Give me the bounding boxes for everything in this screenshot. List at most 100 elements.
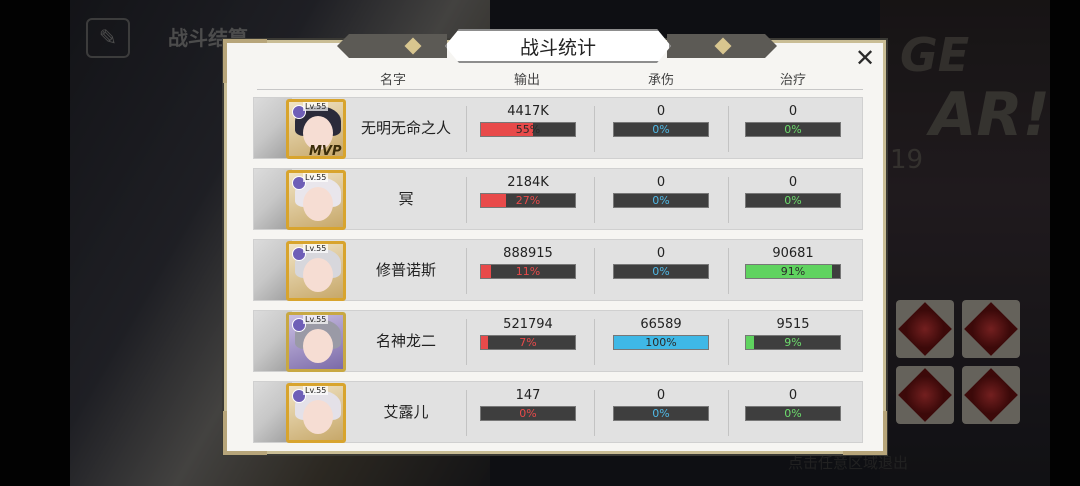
damage-bar: 11% <box>480 264 576 279</box>
taken-value: 66589 <box>640 317 682 332</box>
damage-value: 521794 <box>503 317 553 332</box>
stats-row: Lv.55 艾露儿 147 0% 0 0% 0 0% <box>253 381 863 443</box>
heal-value: 90681 <box>772 246 814 261</box>
heal-cell: 0 0% <box>744 388 842 421</box>
damage-cell: 2184K 27% <box>479 175 577 208</box>
character-avatar[interactable]: Lv.55 <box>286 170 346 230</box>
heal-cell: 9515 9% <box>744 317 842 350</box>
column-divider <box>466 106 467 152</box>
character-avatar[interactable]: Lv.55 MVP <box>286 99 346 159</box>
damage-percent: 55% <box>515 123 541 136</box>
level-label: Lv.55 <box>303 173 329 182</box>
character-avatar[interactable]: Lv.55 <box>286 383 346 443</box>
damage-bar: 55% <box>480 122 576 137</box>
heal-bar: 91% <box>745 264 841 279</box>
damage-percent: 11% <box>515 265 541 278</box>
damage-bar: 7% <box>480 335 576 350</box>
panel-corner <box>223 39 267 83</box>
taken-value: 0 <box>656 388 666 403</box>
damage-cell: 888915 11% <box>479 246 577 279</box>
close-icon[interactable]: ✕ <box>855 44 875 72</box>
heal-cell: 0 0% <box>744 175 842 208</box>
level-label: Lv.55 <box>303 315 329 324</box>
column-divider <box>728 106 729 152</box>
heal-percent: 91% <box>780 265 806 278</box>
column-header-taken: 承伤 <box>647 73 674 88</box>
heal-value: 9515 <box>776 317 810 332</box>
column-divider <box>728 248 729 294</box>
column-divider <box>466 390 467 436</box>
close-button[interactable]: ✕ <box>850 44 880 72</box>
taken-bar: 0% <box>613 264 709 279</box>
heal-value: 0 <box>788 175 798 190</box>
taken-value: 0 <box>656 104 666 119</box>
taken-cell: 66589 100% <box>612 317 710 350</box>
taken-cell: 0 0% <box>612 175 710 208</box>
level-label: Lv.55 <box>303 386 329 395</box>
taken-percent: 0% <box>652 123 670 136</box>
stats-row: Lv.55 名神龙二 521794 7% 66589 100% 9515 9% <box>253 310 863 372</box>
column-divider <box>728 319 729 365</box>
heal-percent: 0% <box>784 123 802 136</box>
damage-percent: 0% <box>519 407 537 420</box>
heal-cell: 90681 91% <box>744 246 842 279</box>
taken-bar: 0% <box>613 193 709 208</box>
column-header-heal: 治疗 <box>779 73 806 88</box>
damage-cell: 147 0% <box>479 388 577 421</box>
damage-percent: 27% <box>515 194 541 207</box>
column-divider <box>594 319 595 365</box>
column-divider <box>594 390 595 436</box>
damage-bar: 0% <box>480 406 576 421</box>
character-avatar[interactable]: Lv.55 <box>286 312 346 372</box>
character-avatar[interactable]: Lv.55 <box>286 241 346 301</box>
battle-stats-panel: 战斗统计 名字 输出 承伤 治疗 Lv.55 MVP 无明无命之人 4417K … <box>223 39 887 455</box>
damage-value: 888915 <box>503 246 553 261</box>
damage-value: 2184K <box>507 175 549 190</box>
taken-cell: 0 0% <box>612 104 710 137</box>
heal-percent: 0% <box>784 407 802 420</box>
character-name: 修普诺斯 <box>375 261 436 279</box>
character-name: 名神龙二 <box>375 332 436 350</box>
taken-percent: 0% <box>652 194 670 207</box>
column-divider <box>594 177 595 223</box>
taken-value: 0 <box>656 175 666 190</box>
column-divider <box>594 248 595 294</box>
character-name: 无明无命之人 <box>360 119 451 137</box>
damage-cell: 4417K 55% <box>479 104 577 137</box>
damage-value: 4417K <box>507 104 549 119</box>
heal-cell: 0 0% <box>744 104 842 137</box>
column-divider <box>466 177 467 223</box>
column-divider <box>466 248 467 294</box>
stats-row: Lv.55 MVP 无明无命之人 4417K 55% 0 0% 0 0% <box>253 97 863 159</box>
damage-bar: 27% <box>480 193 576 208</box>
heal-value: 0 <box>788 104 798 119</box>
column-header-damage: 输出 <box>513 73 540 88</box>
heal-bar: 0% <box>745 406 841 421</box>
taken-bar: 100% <box>613 335 709 350</box>
taken-value: 0 <box>656 246 666 261</box>
column-divider <box>728 390 729 436</box>
character-name: 艾露儿 <box>383 403 429 421</box>
taken-percent: 0% <box>652 265 670 278</box>
damage-value: 147 <box>515 388 541 403</box>
damage-percent: 7% <box>519 336 537 349</box>
damage-cell: 521794 7% <box>479 317 577 350</box>
stats-row: Lv.55 冥 2184K 27% 0 0% 0 0% <box>253 168 863 230</box>
column-header-name: 名字 <box>379 73 406 88</box>
level-label: Lv.55 <box>303 102 329 111</box>
heal-bar: 0% <box>745 193 841 208</box>
taken-bar: 0% <box>613 406 709 421</box>
column-divider <box>594 106 595 152</box>
column-divider <box>728 177 729 223</box>
taken-percent: 100% <box>645 336 677 349</box>
level-label: Lv.55 <box>303 244 329 253</box>
character-name: 冥 <box>398 190 414 208</box>
banner-wing <box>337 34 447 58</box>
stats-row: Lv.55 修普诺斯 888915 11% 0 0% 90681 91% <box>253 239 863 301</box>
heal-percent: 9% <box>784 336 802 349</box>
column-divider <box>466 319 467 365</box>
taken-percent: 0% <box>652 407 670 420</box>
heal-percent: 0% <box>784 194 802 207</box>
mvp-badge: MVP <box>309 144 342 159</box>
taken-cell: 0 0% <box>612 388 710 421</box>
